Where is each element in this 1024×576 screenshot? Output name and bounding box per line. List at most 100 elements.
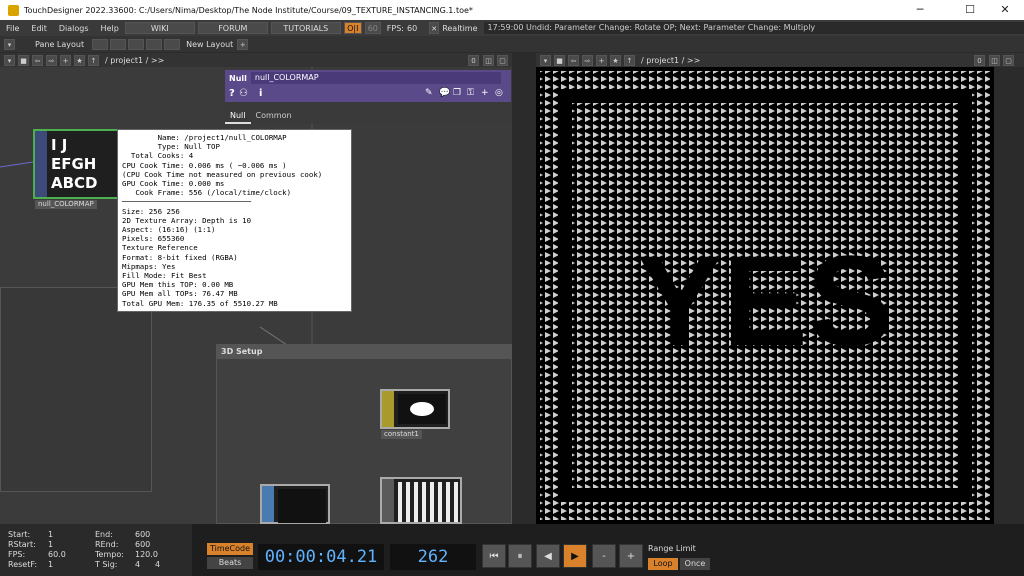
menu-help[interactable]: Help <box>95 24 125 33</box>
realtime-label: Realtime <box>442 23 478 33</box>
stop-icon[interactable]: ■ <box>18 54 29 66</box>
viewer-stop-icon[interactable]: ■ <box>554 54 565 66</box>
beats-toggle[interactable]: Beats <box>207 557 253 569</box>
pane-type-icon[interactable]: ▾ <box>4 54 15 66</box>
viewer-add-icon[interactable]: + <box>596 54 607 66</box>
op-name-field[interactable]: null_COLORMAP <box>250 72 501 84</box>
viewer-back-icon[interactable]: ⇦ <box>568 54 579 66</box>
forward-icon[interactable]: ⇨ <box>46 54 57 66</box>
minimize-button[interactable]: ─ <box>905 0 935 20</box>
right-path-bar: ▾ ■ ⇦ ⇨ + ★ ↑ / project1 / >> 0 ◫ ▢ <box>536 53 1024 67</box>
back-icon[interactable]: ⇦ <box>32 54 43 66</box>
tsig-b[interactable]: 4 <box>155 560 160 569</box>
add-layout-button[interactable]: + <box>237 38 249 50</box>
timeline-bar: Start: 1 End: 600 RStart: 1 REnd: 600 FP… <box>0 524 1024 576</box>
pane-zero: 0 <box>468 54 479 66</box>
network-path[interactable]: / project1 / >> <box>105 56 164 65</box>
tab-null[interactable]: Null <box>225 108 251 124</box>
copy-icon[interactable]: ❐ <box>453 88 461 98</box>
menu-bar: File Edit Dialogs Help WIKI FORUM TUTORI… <box>0 20 1024 36</box>
constant1-node[interactable] <box>380 389 450 429</box>
wiki-button[interactable]: WIKI <box>124 22 195 34</box>
viewer-pane[interactable]: YES <box>536 67 994 524</box>
info-row: Total GPU Mem: 176.35 of 5510.27 MB <box>122 298 278 308</box>
realtime-checkbox[interactable]: ✕ <box>429 22 440 34</box>
title-bar: TouchDesigner 2022.33600: C:/Users/Nima/… <box>0 0 1024 20</box>
add-icon[interactable]: + <box>60 54 71 66</box>
render-node[interactable] <box>260 484 330 524</box>
right-margin <box>994 67 1024 524</box>
viewer-maximize-icon[interactable]: ▢ <box>1003 54 1014 66</box>
viewer-up-icon[interactable]: ↑ <box>624 54 635 66</box>
pause-button[interactable]: ⏸ <box>508 544 532 568</box>
layout-single-icon[interactable] <box>92 38 109 50</box>
left-path-bar: ▾ ■ ⇦ ⇨ + ★ ↑ / project1 / >> 0 ◫ ▢ <box>0 53 512 67</box>
loop-toggle[interactable]: Loop <box>648 558 678 570</box>
menu-edit[interactable]: Edit <box>25 24 53 33</box>
close-button[interactable]: ✕ <box>990 0 1020 20</box>
increment-button[interactable]: + <box>619 544 643 568</box>
preview-row-3: ABCD <box>51 174 98 192</box>
start-value[interactable]: 1 <box>48 530 53 539</box>
tab-common[interactable]: Common <box>251 108 297 124</box>
timeline-fps-value[interactable]: 60.0 <box>48 550 66 559</box>
viewer-bookmark-icon[interactable]: ★ <box>610 54 621 66</box>
rstart-label: RStart: <box>8 540 36 549</box>
add-param-icon[interactable]: + <box>481 88 489 98</box>
rend-value[interactable]: 600 <box>135 540 150 549</box>
viewer-pane-type-icon[interactable]: ▾ <box>540 54 551 66</box>
timecode-toggle[interactable]: TimeCode <box>207 543 253 555</box>
preview-row-1: I J <box>51 136 68 154</box>
parameter-tabs: Null Common <box>225 102 511 124</box>
split-pane-icon[interactable]: ◫ <box>483 54 494 66</box>
bookmark-icon[interactable]: ★ <box>74 54 85 66</box>
tutorials-button[interactable]: TUTORIALS <box>270 22 341 34</box>
lock-icon[interactable]: ⚿ <box>467 88 474 98</box>
up-icon[interactable]: ↑ <box>88 54 99 66</box>
fps-value: 60 <box>407 23 418 33</box>
timecode-display[interactable]: 00:00:04.21 <box>258 544 384 570</box>
python-help-icon[interactable]: ⚇ <box>239 88 248 99</box>
layout-quad-icon[interactable] <box>164 38 181 50</box>
maximize-button[interactable]: ☐ <box>955 0 985 20</box>
menu-file[interactable]: File <box>0 24 25 33</box>
rewind-button[interactable]: ⏮ <box>482 544 506 568</box>
perform-mode-button[interactable]: O|I <box>343 22 362 34</box>
once-toggle[interactable]: Once <box>680 558 710 570</box>
instance-render-node[interactable] <box>380 477 462 524</box>
info-row: Size: 256 256 <box>122 206 180 216</box>
info-row: Pixels: 655360 <box>122 234 185 244</box>
decrement-button[interactable]: - <box>592 544 616 568</box>
end-value[interactable]: 600 <box>135 530 150 539</box>
help-icon[interactable]: ? <box>229 88 235 99</box>
comment-icon[interactable]: 💬 <box>439 88 450 98</box>
null-colormap-preview: I J EFGH ABCD <box>51 136 117 194</box>
info-row: Texture Reference <box>122 243 198 253</box>
menu-dialogs[interactable]: Dialogs <box>53 24 95 33</box>
layout-split-h-icon[interactable] <box>110 38 127 50</box>
forum-button[interactable]: FORUM <box>197 22 268 34</box>
pane-divider[interactable] <box>512 67 536 524</box>
tsig-a[interactable]: 4 <box>135 560 140 569</box>
settings-icon[interactable]: ◎ <box>495 88 503 98</box>
viewer-forward-icon[interactable]: ⇨ <box>582 54 593 66</box>
layout-split-v-icon[interactable] <box>128 38 145 50</box>
pane-menu-icon[interactable]: ▾ <box>4 38 15 50</box>
network-box <box>0 287 152 492</box>
layout-triple-icon[interactable] <box>146 38 163 50</box>
resetf-value[interactable]: 1 <box>48 560 53 569</box>
tempo-value[interactable]: 120.0 <box>135 550 158 559</box>
start-label: Start: <box>8 530 31 539</box>
viewer-split-icon[interactable]: ◫ <box>989 54 1000 66</box>
viewer-path[interactable]: / project1 / >> <box>641 56 700 65</box>
parameter-header: Null null_COLORMAP <box>225 70 511 86</box>
step-back-button[interactable]: ◀ <box>536 544 560 568</box>
info-row: Fill Mode: Fit Best <box>122 271 207 281</box>
null-colormap-node[interactable]: I J EFGH ABCD <box>33 129 119 199</box>
frame-display[interactable]: 262 <box>390 544 476 570</box>
edit-icon[interactable]: ✎ <box>425 88 433 98</box>
maximize-pane-icon[interactable]: ▢ <box>497 54 508 66</box>
play-button[interactable]: ▶ <box>563 544 587 568</box>
rstart-value[interactable]: 1 <box>48 540 53 549</box>
info-icon[interactable]: i <box>259 88 262 99</box>
